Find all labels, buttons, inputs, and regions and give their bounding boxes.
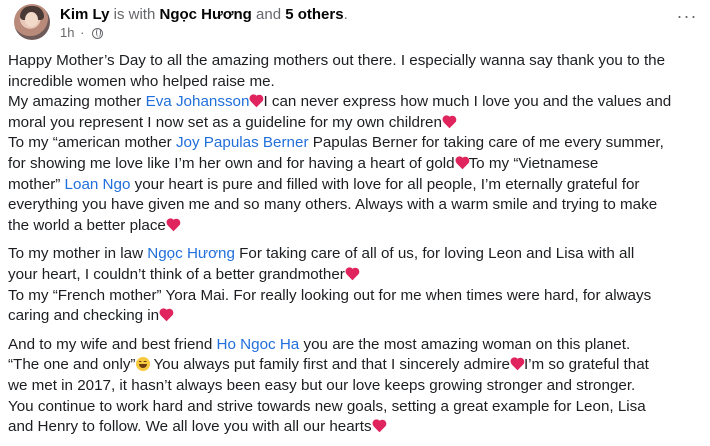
text: Happy Mother’s Day to all the amazing mo… (8, 52, 666, 69)
text: To my “american mother (8, 134, 176, 152)
heart-icon (372, 420, 386, 432)
text: caring and checking in (8, 307, 160, 325)
text: You continue to work hard and strive tow… (8, 397, 646, 415)
mention-loan-ngo[interactable]: Loan Ngo (65, 176, 131, 193)
mention-joy-papulas-berner[interactable]: Joy Papulas Berner (176, 134, 309, 151)
laughing-emoji-icon (135, 357, 150, 372)
avatar-face (25, 12, 38, 27)
mention-eva-johansson[interactable]: Eva Johansson (146, 93, 250, 110)
text-line: You continue to work hard and strive tow… (8, 397, 702, 418)
heart-icon (345, 268, 359, 280)
text: Papulas Berner for taking care of me eve… (308, 134, 664, 152)
more-options-icon: ··· (676, 5, 698, 26)
with-text: is with (113, 6, 156, 23)
text: and Henry to follow. We all love you wit… (8, 418, 372, 436)
text-line: Happy Mother’s Day to all the amazing mo… (8, 51, 702, 72)
paragraph-2: To my mother in law Ngọc Hương For takin… (8, 244, 702, 326)
heart-icon (455, 157, 469, 169)
text: incredible women who helped raise me. (8, 72, 275, 90)
text-line: To my mother in law Ngọc Hương For takin… (8, 244, 702, 265)
mention-ngoc-huong[interactable]: Ngọc Hương (147, 245, 235, 262)
mention-ho-ngoc-ha[interactable]: Ho Ngoc Ha (217, 336, 300, 353)
text: you are the most amazing woman on this p… (299, 335, 631, 353)
text: we met in 2017, it hasn’t always been ea… (8, 376, 636, 394)
tagged-person[interactable]: Ngọc Hương (159, 6, 251, 23)
others-link[interactable]: 5 others (285, 6, 343, 23)
post-body: Happy Mother’s Day to all the amazing mo… (8, 51, 702, 446)
text: To my “French mother” Yora Mai. For real… (8, 286, 652, 304)
meta-separator: · (80, 25, 85, 40)
text: everything you have given me and so many… (8, 196, 658, 214)
text-line: everything you have given me and so many… (8, 195, 702, 216)
text-line: To my “French mother” Yora Mai. For real… (8, 286, 702, 307)
text: “The one and only” (8, 356, 136, 374)
text: For taking care of all of us, for loving… (234, 245, 635, 263)
text-line: “The one and only” You always put family… (8, 355, 702, 376)
paragraph-3: And to my wife and best friend Ho Ngoc H… (8, 335, 702, 438)
heart-icon (249, 95, 263, 107)
more-options-button[interactable]: ··· (674, 5, 700, 27)
author-avatar[interactable] (14, 4, 50, 40)
text-line: moral you represent I now set as a guide… (8, 113, 702, 134)
text: the world a better place (8, 216, 166, 234)
facebook-post: Kim Ly is with Ngọc Hương and 5 others. … (0, 0, 710, 435)
text: To my “Vietnamese (468, 154, 599, 172)
heart-icon (442, 116, 456, 128)
heart-icon (166, 219, 180, 231)
text: You always put family first and that I s… (149, 356, 510, 374)
post-header: Kim Ly is with Ngọc Hương and 5 others. … (8, 2, 702, 42)
text: My amazing mother (8, 93, 146, 111)
paragraph-1: Happy Mother’s Day to all the amazing mo… (8, 51, 702, 236)
post-time[interactable]: 1h (60, 25, 74, 40)
text-line: incredible women who helped raise me. (8, 72, 702, 93)
text: I’m so grateful that (523, 356, 649, 374)
text: To my mother in law (8, 245, 148, 263)
text-line: for showing me love like I’m her own and… (8, 154, 702, 175)
heart-icon (159, 309, 173, 321)
text-line: your heart, I couldn’t think of a better… (8, 265, 702, 286)
text-line: And to my wife and best friend Ho Ngoc H… (8, 335, 702, 356)
post-meta: 1h · (60, 25, 104, 41)
text-line: we met in 2017, it hasn’t always been ea… (8, 376, 702, 397)
text: moral you represent I now set as a guide… (8, 113, 442, 131)
period: . (343, 6, 348, 23)
text-line: caring and checking in (8, 306, 702, 327)
text: your heart, I couldn’t think of a better… (8, 265, 345, 283)
text-line: To my “american mother Joy Papulas Berne… (8, 133, 702, 154)
text-line: My amazing mother Eva Johansson I can nev… (8, 92, 702, 113)
and-text: and (256, 6, 282, 23)
text: And to my wife and best friend (8, 335, 217, 353)
text: mother” (8, 175, 65, 193)
author-name[interactable]: Kim Ly (60, 6, 109, 23)
text: I can never express how much I love you … (263, 93, 672, 111)
text: your heart is pure and filled with love … (130, 175, 640, 193)
globe-icon[interactable] (92, 28, 104, 39)
heart-icon (510, 358, 524, 370)
author-line: Kim Ly is with Ngọc Hương and 5 others. (60, 6, 348, 24)
text-line: the world a better place (8, 216, 702, 237)
text: for showing me love like I’m her own and… (8, 154, 455, 172)
text-line: mother” Loan Ngo your heart is pure and … (8, 175, 702, 196)
